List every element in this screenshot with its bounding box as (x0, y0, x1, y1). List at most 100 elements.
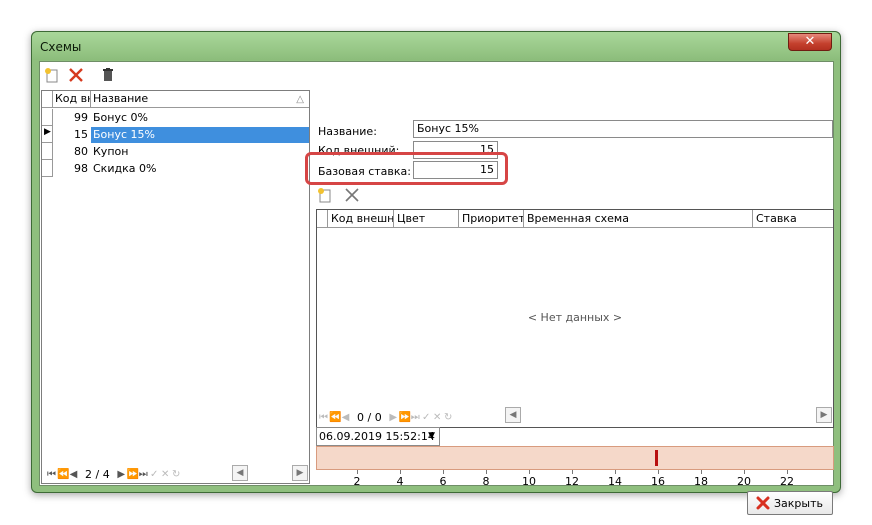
table-row-selected[interactable]: ▶ 15 Бонус 15% (42, 126, 309, 143)
window-title: Схемы (40, 40, 82, 54)
timeline-tick (529, 470, 530, 474)
toolbar (40, 62, 340, 88)
delete-rate-icon[interactable] (343, 186, 361, 204)
column-header-code[interactable]: Код вн (53, 91, 91, 108)
column-header-priority[interactable]: Приоритет (459, 210, 524, 227)
nav-accept-icon: ✓ (422, 411, 431, 423)
row-indicator (42, 143, 53, 160)
nav-last-page-icon: ⏭ (410, 411, 420, 423)
timeline-tick-label: 20 (737, 475, 751, 488)
rates-grid[interactable]: Код внешни Цвет Приоритет Временная схем… (316, 209, 834, 428)
row-indicator-current: ▶ (42, 126, 53, 143)
row-name: Бонус 0% (93, 111, 148, 124)
grid-header: Код вн Название △ (42, 91, 309, 108)
nav-cancel-icon: ✕ (161, 468, 170, 480)
schemes-window: Схемы ✕ Код вн Название △ 99 Бонус 0% ▶ … (31, 31, 841, 515)
datetime-picker[interactable]: 06.09.2019 15:52:14 ▼ (316, 427, 440, 446)
nav-prev-page-icon[interactable]: ⏪ (57, 469, 69, 480)
timeline-tick (357, 470, 358, 474)
nav-prev-page-icon: ⏪ (329, 411, 342, 423)
scroll-right-button[interactable]: ▶ (292, 465, 308, 481)
nav-page-indicator: 0 / 0 (357, 410, 382, 424)
timeline-tick-label: 6 (439, 475, 447, 488)
window-close-button[interactable]: ✕ (788, 33, 832, 51)
nav-next-icon[interactable]: ▶ (116, 469, 127, 480)
timeline-tick-label: 4 (396, 475, 404, 488)
row-indicator (42, 109, 53, 126)
name-label: Название: (318, 125, 377, 138)
timeline-tick-label: 18 (694, 475, 708, 488)
nav-refresh-icon: ↻ (172, 468, 181, 480)
rates-grid-header: Код внешни Цвет Приоритет Временная схем… (317, 210, 833, 228)
empty-placeholder: < Нет данных > (527, 311, 623, 324)
row-code: 15 (74, 128, 88, 141)
delete-x-icon[interactable] (67, 66, 85, 84)
timeline-bar[interactable] (316, 446, 834, 470)
nav-refresh-icon: ↻ (444, 411, 453, 423)
trash-icon[interactable] (99, 66, 117, 84)
row-name: Купон (93, 145, 129, 158)
timeline-tick (486, 470, 487, 474)
nav-last-page-icon[interactable]: ⏭ (138, 469, 149, 480)
highlight-box (305, 152, 508, 185)
timeline-tick (615, 470, 616, 474)
column-header-rate[interactable]: Ставка (753, 210, 833, 227)
nav-prev-icon: ◀ (341, 411, 350, 423)
timeline-tick-label: 2 (353, 475, 361, 488)
column-header-name[interactable]: Название △ (91, 91, 310, 108)
column-header-name-label: Название (93, 92, 149, 105)
rates-scroll-right-button[interactable]: ▶ (816, 407, 832, 423)
window-client-area: Код вн Название △ 99 Бонус 0% ▶ 15 Бонус… (39, 61, 834, 515)
column-header-color[interactable]: Цвет (394, 210, 459, 227)
row-code: 99 (74, 111, 88, 124)
datetime-value: 06.09.2019 15:52:14 (319, 430, 435, 443)
nav-next-page-icon[interactable]: ⏩ (127, 469, 139, 480)
timeline-tick-label: 14 (608, 475, 622, 488)
close-button[interactable]: Закрыть (747, 491, 833, 515)
schemes-grid[interactable]: Код вн Название △ 99 Бонус 0% ▶ 15 Бонус… (41, 90, 310, 484)
indicator-header (42, 91, 53, 108)
scroll-left-button[interactable]: ◀ (232, 465, 248, 481)
timeline-scale: 2 4 6 8 10 12 14 16 18 20 22 (316, 470, 834, 492)
nav-next-icon: ▶ (389, 411, 398, 423)
row-indicator (42, 160, 53, 177)
rates-grid-navigator: ⏮ ⏪ ◀ 0 / 0 ▶ ⏩ ⏭ ✓ ✕ ↻ (318, 408, 454, 426)
title-bar[interactable]: Схемы ✕ (32, 32, 840, 60)
column-header-time-scheme[interactable]: Временная схема (524, 210, 753, 227)
nav-next-page-icon: ⏩ (398, 411, 412, 423)
new-doc-icon[interactable] (43, 66, 61, 84)
close-red-x-icon (756, 496, 770, 510)
current-row-arrow-icon: ▶ (44, 127, 51, 137)
current-time-marker (655, 450, 659, 466)
timeline-tick-label: 8 (482, 475, 490, 488)
nav-page-indicator: 2 / 4 (85, 467, 110, 481)
table-row[interactable]: 99 Бонус 0% (42, 109, 309, 126)
table-row[interactable]: 80 Купон (42, 143, 309, 160)
chevron-down-icon[interactable]: ▼ (428, 428, 435, 445)
timeline-tick-label: 22 (780, 475, 794, 488)
timeline-tick (701, 470, 702, 474)
name-field[interactable]: Бонус 15% (413, 120, 833, 138)
timeline-tick-label: 10 (522, 475, 536, 488)
indicator-header (317, 210, 328, 227)
nav-accept-icon: ✓ (150, 468, 159, 480)
timeline-tick-label: 12 (565, 475, 579, 488)
rates-scroll-left-button[interactable]: ◀ (505, 407, 521, 423)
table-row[interactable]: 98 Скидка 0% (42, 160, 309, 177)
row-name: Бонус 15% (91, 127, 309, 143)
timeline-tick (787, 470, 788, 474)
timeline-tick (658, 470, 659, 474)
timeline-tick-label: 16 (651, 475, 665, 488)
row-code: 80 (74, 145, 88, 158)
nav-first-page-icon: ⏮ (319, 411, 328, 423)
timeline-tick (400, 470, 401, 474)
sort-ascending-icon: △ (296, 94, 304, 105)
row-name: Скидка 0% (93, 162, 157, 175)
column-header-external-code[interactable]: Код внешни (328, 210, 394, 227)
nav-first-page-icon[interactable]: ⏮ (46, 469, 57, 480)
nav-prev-icon[interactable]: ◀ (68, 469, 79, 480)
timeline-tick (572, 470, 573, 474)
nav-cancel-icon: ✕ (433, 411, 442, 423)
add-rate-icon[interactable] (316, 186, 334, 204)
left-grid-navigator: ⏮ ⏪ ◀ 2 / 4 ▶ ⏩ ⏭ ✓ ✕ ↻ (46, 465, 182, 483)
